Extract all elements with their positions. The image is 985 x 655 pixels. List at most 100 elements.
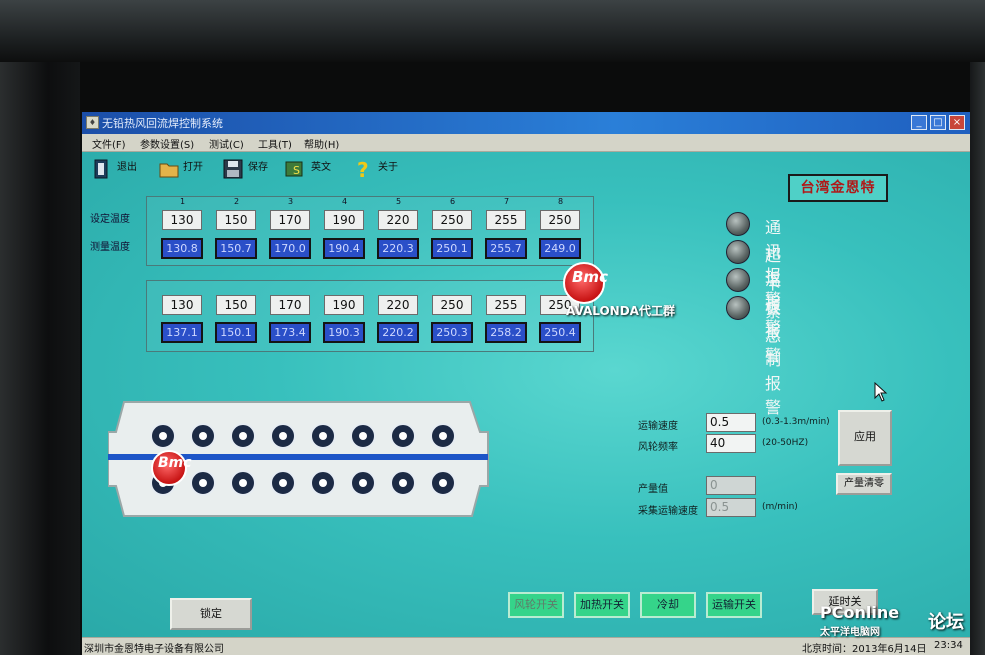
lower-set-temp-7[interactable]: 255 (486, 295, 526, 315)
svg-text:S: S (293, 164, 300, 177)
exit-label[interactable]: 退出 (117, 158, 137, 173)
lower-measured-temp-5: 220.2 (377, 322, 419, 343)
company-name: 深圳市金恩特电子设备有限公司 (84, 644, 224, 655)
alarm-indicator-3 (726, 268, 750, 292)
menu-params[interactable]: 参数设置(S) (140, 136, 194, 151)
set-temp-label: 设定温度 (90, 214, 130, 225)
upper-set-temp-1[interactable]: 130 (162, 210, 202, 230)
output-input[interactable]: 0 (706, 476, 756, 495)
upper-set-temp-6[interactable]: 250 (432, 210, 472, 230)
zone-number-1: 1 (180, 197, 186, 206)
help-question-icon[interactable]: ? (352, 158, 374, 180)
fan-frequency-label: 风轮频率 (638, 442, 678, 453)
app-icon: ♦ (86, 116, 99, 129)
clear-output-button[interactable]: 产量清零 (836, 473, 892, 495)
status-date: 北京时间：2013年6月14日 (802, 644, 927, 655)
lower-set-temp-5[interactable]: 220 (378, 295, 418, 315)
fan-icon (350, 423, 376, 449)
fan-icon (310, 423, 336, 449)
apply-button[interactable]: 应用 (838, 410, 892, 466)
alarm-label-4: 紧急制报警 (765, 302, 783, 417)
sample-speed-label: 采集运输速度 (638, 506, 698, 517)
measured-temp-label: 测量温度 (90, 242, 130, 253)
english-icon[interactable]: S (284, 158, 306, 180)
lower-measured-temp-3: 173.4 (269, 322, 311, 343)
minimize-icon[interactable]: _ (911, 115, 927, 130)
window-title: 无铅热风回流焊控制系统 (102, 117, 223, 130)
fan-icon (430, 470, 456, 496)
zone-number-2: 2 (234, 197, 240, 206)
monitor-bezel-left (0, 62, 80, 655)
fan-icon (390, 423, 416, 449)
fan-icon (390, 470, 416, 496)
status-bar: 深圳市金恩特电子设备有限公司 北京时间：2013年6月14日 23:34 (82, 637, 970, 655)
save-label[interactable]: 保存 (248, 158, 268, 173)
app-window: ♦ 无铅热风回流焊控制系统 _ □ × 文件(F) 参数设置(S) 测试(C) … (82, 112, 970, 655)
maximize-icon[interactable]: □ (930, 115, 946, 130)
upper-set-temp-2[interactable]: 150 (216, 210, 256, 230)
lock-button[interactable]: 锁定 (170, 598, 252, 630)
pconline-watermark: PConline (820, 603, 900, 622)
close-icon[interactable]: × (949, 115, 965, 130)
menu-bar: 文件(F) 参数设置(S) 测试(C) 工具(T) 帮助(H) (82, 134, 970, 152)
upper-measured-temp-7: 255.7 (485, 238, 527, 259)
fan-switch-button[interactable]: 风轮开关 (508, 592, 564, 618)
lower-set-temp-4[interactable]: 190 (324, 295, 364, 315)
menu-test[interactable]: 测试(C) (209, 136, 244, 151)
heat-switch-button[interactable]: 加热开关 (574, 592, 630, 618)
upper-set-temp-7[interactable]: 255 (486, 210, 526, 230)
lower-set-temp-6[interactable]: 250 (432, 295, 472, 315)
fan-icon (190, 470, 216, 496)
alarm-indicator-2 (726, 240, 750, 264)
lower-measured-temp-4: 190.3 (323, 322, 365, 343)
title-bar[interactable]: ♦ 无铅热风回流焊控制系统 _ □ × (82, 112, 970, 134)
zone-number-4: 4 (342, 197, 348, 206)
exit-icon[interactable] (92, 158, 114, 180)
lower-set-temp-1[interactable]: 130 (162, 295, 202, 315)
open-folder-icon[interactable] (158, 158, 180, 180)
monitor-bezel-top (0, 0, 985, 62)
menu-help[interactable]: 帮助(H) (304, 136, 339, 151)
upper-set-temp-8[interactable]: 250 (540, 210, 580, 230)
zone-number-5: 5 (396, 197, 402, 206)
cooling-button[interactable]: 冷却 (640, 592, 696, 618)
fan-icon (190, 423, 216, 449)
upper-set-temp-5[interactable]: 220 (378, 210, 418, 230)
fan-icon (310, 470, 336, 496)
save-disk-icon[interactable] (222, 158, 244, 180)
upper-measured-temp-8: 249.0 (539, 238, 581, 259)
open-label[interactable]: 打开 (183, 158, 203, 173)
main-canvas: 退出 打开 保存 S 英文 ? 关于 台湾金恩特 设定温度 测量温度 1 2 3 4 5… (82, 152, 970, 637)
menu-file[interactable]: 文件(F) (92, 136, 126, 151)
upper-measured-temp-2: 150.7 (215, 238, 257, 259)
speed-input[interactable]: 0.5 (706, 413, 756, 432)
fan-icon (230, 423, 256, 449)
pconline-cn-watermark: 太平洋电脑网 (820, 627, 880, 638)
lower-set-temp-3[interactable]: 170 (270, 295, 310, 315)
menu-tools[interactable]: 工具(T) (258, 136, 292, 151)
lower-set-temp-2[interactable]: 150 (216, 295, 256, 315)
upper-set-temp-4[interactable]: 190 (324, 210, 364, 230)
mouse-cursor-icon (874, 382, 888, 402)
zone-number-8: 8 (558, 197, 564, 206)
english-label[interactable]: 英文 (311, 158, 331, 173)
sample-speed-input[interactable]: 0.5 (706, 498, 756, 517)
fan-icon (230, 470, 256, 496)
upper-measured-temp-1: 130.8 (161, 238, 203, 259)
fan-icon (150, 423, 176, 449)
upper-measured-temp-4: 190.4 (323, 238, 365, 259)
alarm-indicator-1 (726, 212, 750, 236)
about-label[interactable]: 关于 (378, 158, 398, 173)
fan-icon (270, 423, 296, 449)
upper-measured-temp-5: 220.3 (377, 238, 419, 259)
speed-unit: (0.3-1.3m/min) (762, 417, 830, 427)
upper-set-temp-3[interactable]: 170 (270, 210, 310, 230)
brand-logo: 台湾金恩特 (788, 174, 888, 202)
fan-frequency-input[interactable]: 40 (706, 434, 756, 453)
status-clock: 23:34 (934, 640, 963, 651)
fan-icon (430, 423, 456, 449)
zone-number-6: 6 (450, 197, 456, 206)
lower-measured-temp-7: 258.2 (485, 322, 527, 343)
transport-switch-button[interactable]: 运输开关 (706, 592, 762, 618)
upper-measured-temp-6: 250.1 (431, 238, 473, 259)
